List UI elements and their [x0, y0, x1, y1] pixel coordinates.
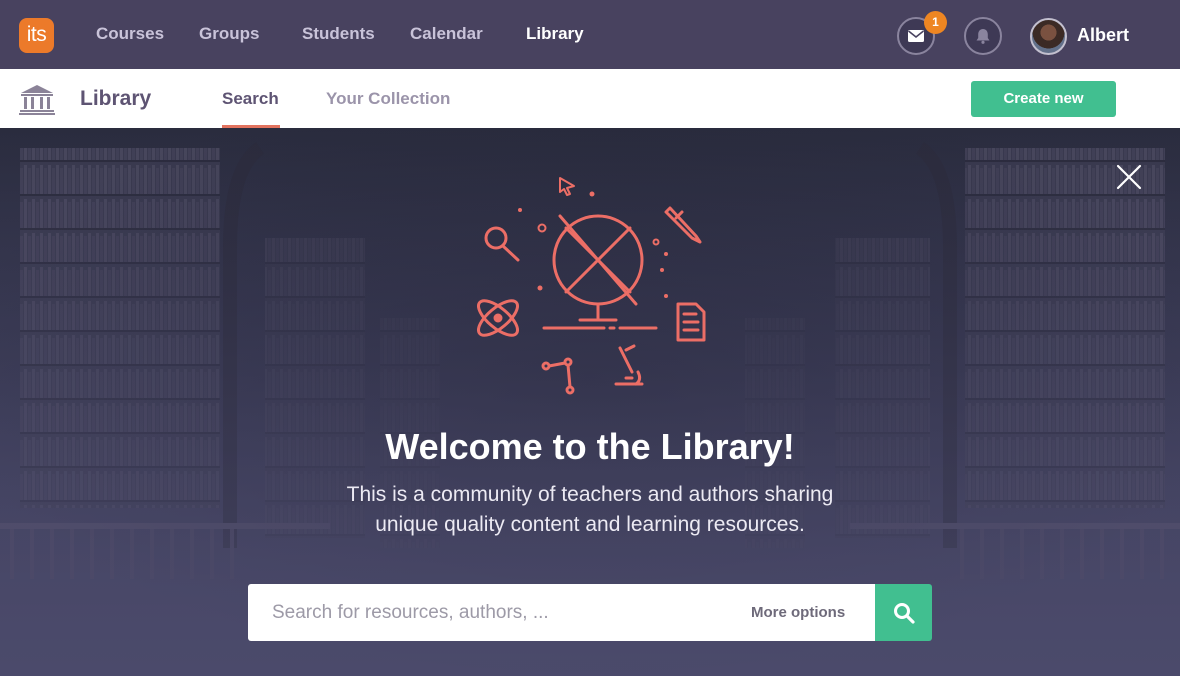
network-icon	[541, 357, 575, 395]
top-nav-bar: its Courses Groups Students Calendar Lib…	[0, 0, 1180, 69]
notifications-button[interactable]	[964, 17, 1002, 55]
nav-item-calendar[interactable]: Calendar	[410, 24, 483, 44]
atom-icon	[477, 299, 519, 337]
nav-item-courses[interactable]: Courses	[96, 24, 164, 44]
user-avatar[interactable]	[1030, 18, 1067, 55]
messages-badge: 1	[924, 11, 947, 34]
nav-item-students[interactable]: Students	[302, 24, 375, 44]
app-logo[interactable]: its	[19, 18, 54, 53]
create-new-button[interactable]: Create new	[971, 81, 1116, 117]
search-icon	[894, 603, 915, 624]
library-subheader: Library Search Your Collection Create ne…	[0, 69, 1180, 128]
search-button[interactable]	[875, 584, 932, 641]
pencil-icon	[664, 206, 702, 244]
page-title: Library	[80, 87, 152, 110]
nav-item-library[interactable]: Library	[526, 24, 584, 44]
hero-title: Welcome to the Library!	[385, 426, 795, 467]
microscope-icon	[614, 344, 644, 386]
library-hero: Welcome to the Library! This is a commun…	[0, 128, 1180, 676]
close-icon[interactable]	[1114, 162, 1144, 192]
magnifier-icon	[484, 226, 520, 262]
bell-icon	[976, 29, 990, 44]
tab-your-collection[interactable]: Your Collection	[326, 89, 450, 109]
nav-item-groups[interactable]: Groups	[199, 24, 259, 44]
hero-subtitle: This is a community of teachers and auth…	[346, 483, 834, 536]
more-options-link[interactable]: More options	[751, 604, 845, 621]
envelope-icon	[908, 30, 924, 42]
library-illustration	[477, 177, 706, 395]
search-input[interactable]	[272, 584, 722, 641]
globe-icon	[542, 214, 658, 330]
search-bar: More options	[248, 584, 875, 641]
tab-search[interactable]: Search	[222, 89, 279, 109]
document-icon	[676, 302, 706, 342]
user-name[interactable]: Albert	[1077, 25, 1129, 46]
library-building-icon	[19, 85, 55, 115]
